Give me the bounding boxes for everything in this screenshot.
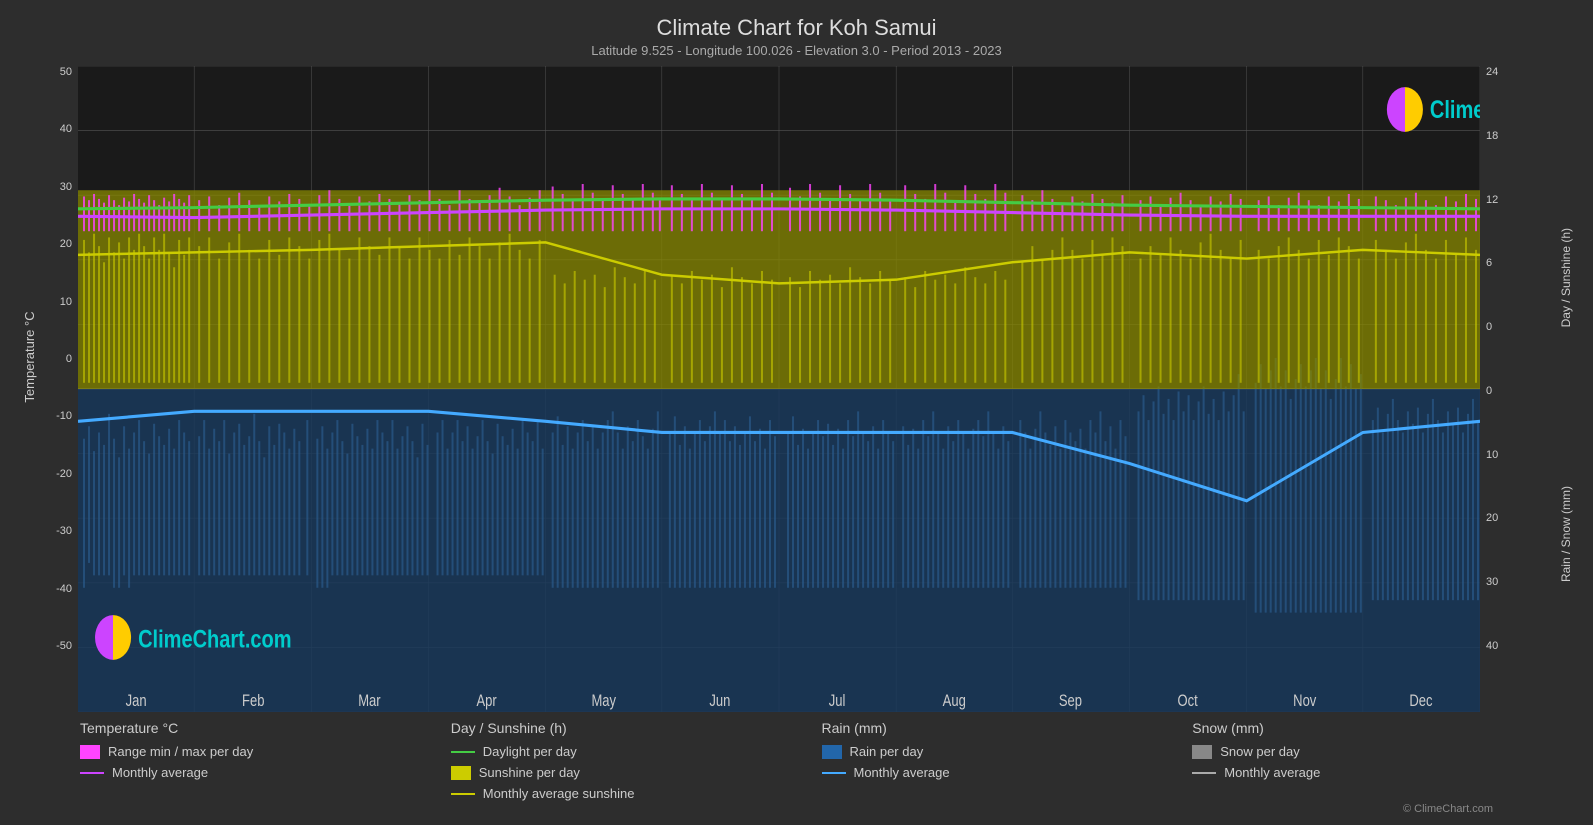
y-axis-left-label: Temperature °C — [22, 311, 37, 402]
legend-item-rain-avg: Monthly average — [822, 765, 1193, 780]
legend-label-temp-range: Range min / max per day — [108, 744, 253, 759]
copyright: © ClimeChart.com — [20, 803, 1573, 815]
month-may: May — [591, 693, 616, 711]
legend-label-rain-avg: Monthly average — [854, 765, 950, 780]
legend-item-temp-range: Range min / max per day — [80, 744, 451, 759]
legend-item-temp-avg: Monthly average — [80, 765, 451, 780]
legend-title-sunshine: Day / Sunshine (h) — [451, 720, 822, 736]
legend-swatch-rain — [822, 745, 842, 759]
legend-item-daylight: Daylight per day — [451, 744, 822, 759]
legend-line-rain-avg — [822, 772, 846, 774]
legend-item-sunshine: Sunshine per day — [451, 765, 822, 780]
y-axis-right-bottom-label: Rain / Snow (mm) — [1559, 486, 1573, 582]
month-jan: Jan — [126, 693, 147, 711]
legend-line-temp-avg — [80, 772, 104, 774]
month-dec: Dec — [1409, 693, 1432, 711]
legend-label-snow: Snow per day — [1220, 744, 1300, 759]
y-axis-right-ticks: 24 18 12 6 0 0 10 20 30 40 — [1480, 66, 1555, 652]
legend: Temperature °C Range min / max per day M… — [20, 712, 1573, 801]
chart-area: Temperature °C 50 40 30 20 10 0 -10 -20 … — [20, 66, 1573, 712]
legend-title-rain: Rain (mm) — [822, 720, 1193, 736]
legend-line-sunshine-avg — [451, 793, 475, 795]
legend-label-sunshine: Sunshine per day — [479, 765, 580, 780]
month-jul: Jul — [829, 693, 846, 711]
month-mar: Mar — [358, 693, 381, 711]
svg-text:ClimeChart.com: ClimeChart.com — [1430, 96, 1480, 124]
legend-group-rain: Rain (mm) Rain per day Monthly average — [822, 720, 1193, 780]
legend-title-snow: Snow (mm) — [1192, 720, 1563, 736]
legend-label-temp-avg: Monthly average — [112, 765, 208, 780]
legend-title-temperature: Temperature °C — [80, 720, 451, 736]
y-axis-right-top-label: Day / Sunshine (h) — [1559, 228, 1573, 327]
legend-swatch-temp-range — [80, 745, 100, 759]
legend-item-sunshine-avg: Monthly average sunshine — [451, 786, 822, 801]
legend-label-daylight: Daylight per day — [483, 744, 577, 759]
month-oct: Oct — [1177, 693, 1197, 711]
legend-group-snow: Snow (mm) Snow per day Monthly average — [1192, 720, 1563, 780]
legend-label-rain: Rain per day — [850, 744, 924, 759]
chart-title: Climate Chart for Koh Samui — [20, 15, 1573, 41]
chart-subtitle: Latitude 9.525 - Longitude 100.026 - Ele… — [20, 43, 1573, 58]
legend-label-snow-avg: Monthly average — [1224, 765, 1320, 780]
month-aug: Aug — [943, 693, 966, 711]
month-apr: Apr — [476, 693, 496, 711]
svg-text:ClimeChart.com: ClimeChart.com — [138, 625, 291, 653]
chart-main: Jan Feb Mar Apr May Jun Jul Aug Sep Oct … — [78, 66, 1480, 712]
month-feb: Feb — [242, 693, 264, 711]
legend-swatch-snow — [1192, 745, 1212, 759]
month-jun: Jun — [709, 693, 730, 711]
legend-item-snow: Snow per day — [1192, 744, 1563, 759]
month-nov: Nov — [1293, 693, 1317, 711]
month-sep: Sep — [1059, 693, 1082, 711]
legend-swatch-sunshine — [451, 766, 471, 780]
legend-group-temperature: Temperature °C Range min / max per day M… — [80, 720, 451, 780]
page-wrapper: Climate Chart for Koh Samui Latitude 9.5… — [0, 0, 1593, 825]
legend-group-sunshine: Day / Sunshine (h) Daylight per day Suns… — [451, 720, 822, 801]
legend-label-sunshine-avg: Monthly average sunshine — [483, 786, 635, 801]
legend-item-snow-avg: Monthly average — [1192, 765, 1563, 780]
legend-line-daylight — [451, 751, 475, 753]
legend-item-rain: Rain per day — [822, 744, 1193, 759]
legend-line-snow-avg — [1192, 772, 1216, 774]
chart-svg: Jan Feb Mar Apr May Jun Jul Aug Sep Oct … — [78, 66, 1480, 712]
